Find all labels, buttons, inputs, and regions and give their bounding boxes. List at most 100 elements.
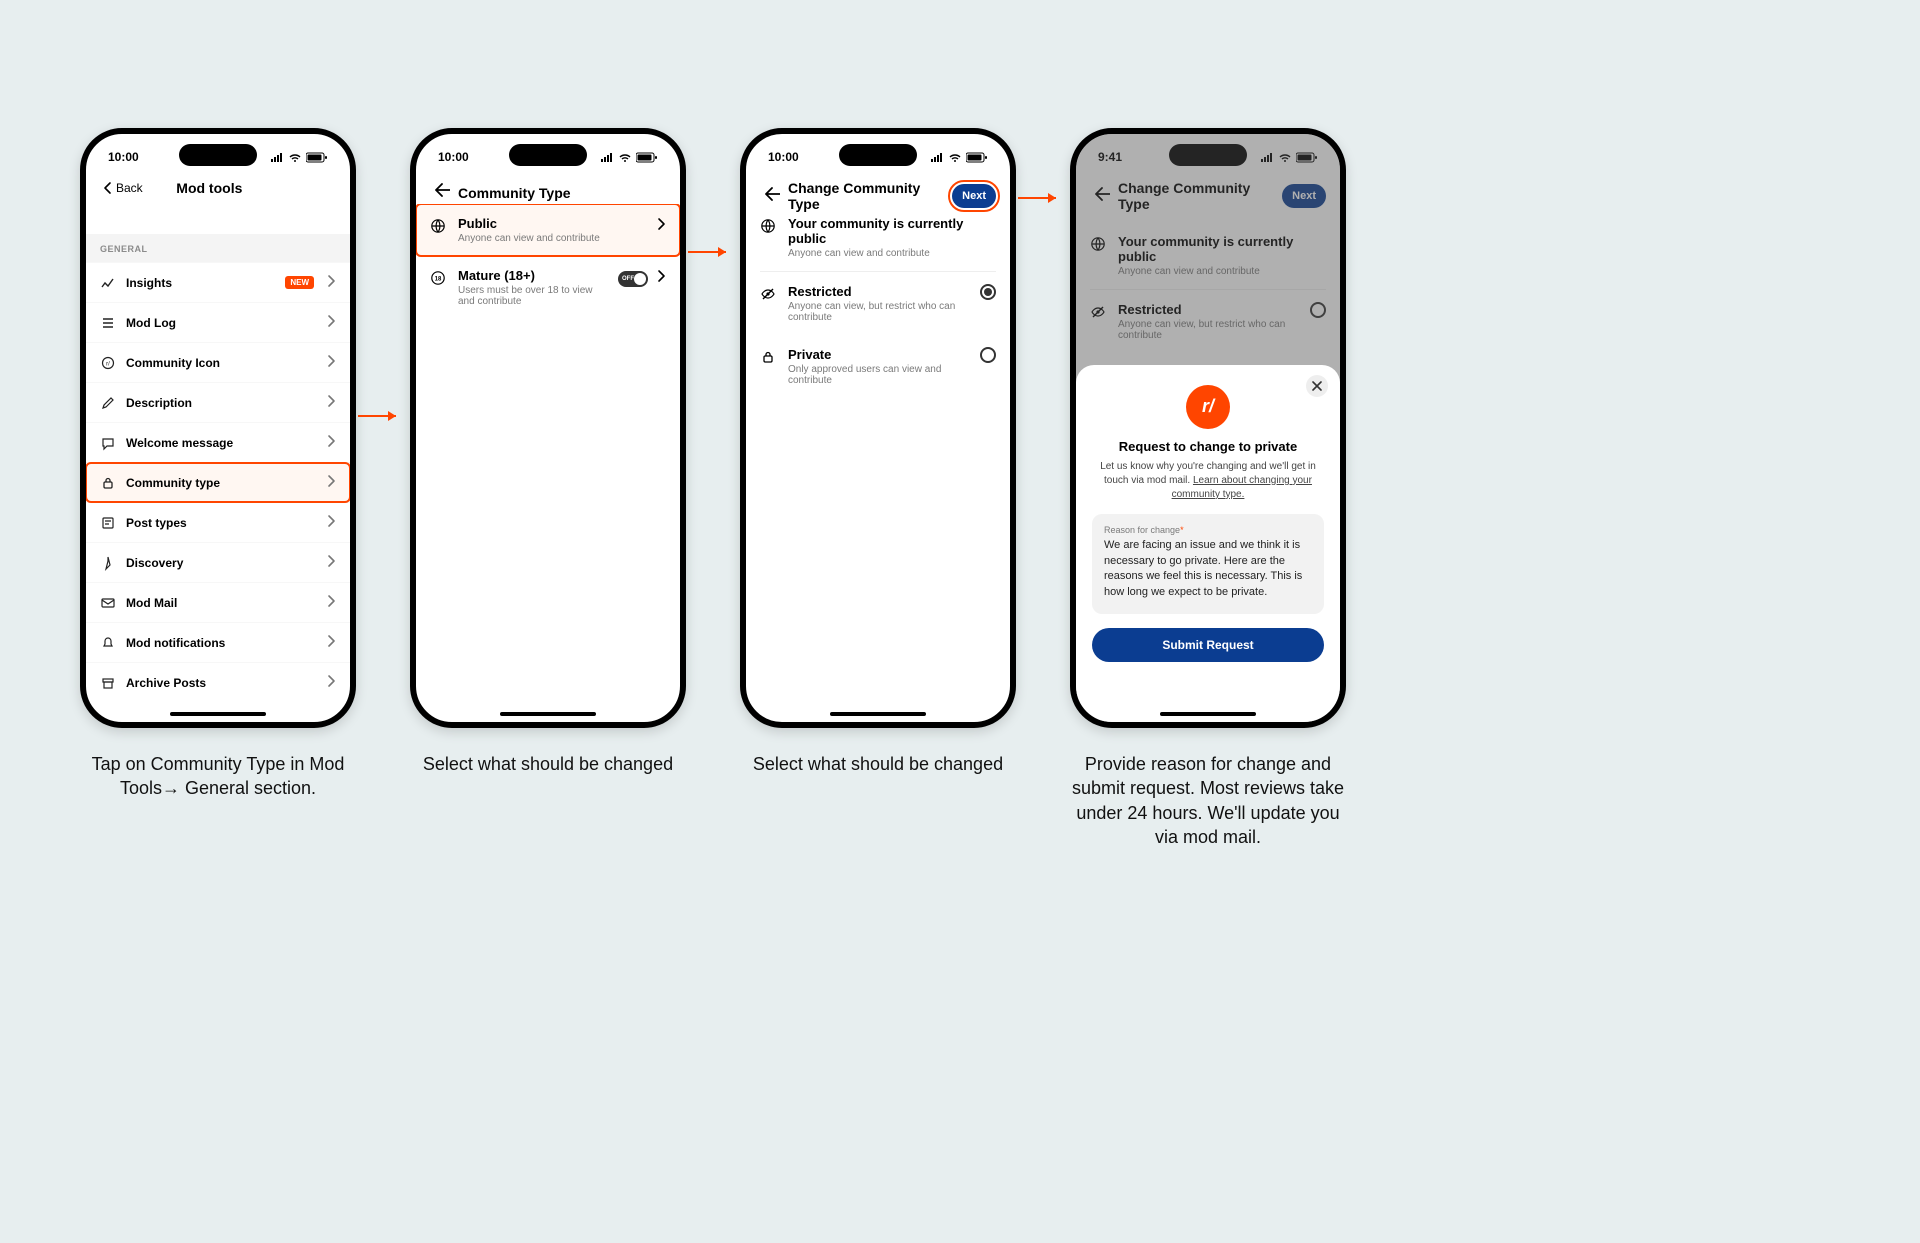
learn-more-link[interactable]: Learn about changing your community type… — [1172, 475, 1312, 500]
chevron-right-icon — [324, 593, 336, 612]
compass-icon — [100, 555, 116, 571]
signal-icon — [270, 151, 284, 163]
row-community-icon[interactable]: r/ Community Icon — [86, 342, 350, 382]
row-description[interactable]: Description — [86, 382, 350, 422]
arrow-left-icon — [430, 180, 450, 200]
row-mod-notifications[interactable]: Mod notifications — [86, 622, 350, 662]
row-restricted[interactable]: Restricted Anyone can view, but restrict… — [746, 272, 1010, 335]
chevron-right-icon — [324, 673, 336, 692]
page-title: Community Type — [458, 185, 666, 201]
current-subtitle: Anyone can view and contribute — [788, 248, 996, 259]
submit-request-button[interactable]: Submit Request — [1092, 628, 1324, 662]
step-3: 10:00 Change Community Type Next — [740, 128, 1016, 849]
row-mod-mail[interactable]: Mod Mail — [86, 582, 350, 622]
bell-icon — [100, 635, 116, 651]
reason-text: We are facing an issue and we think it i… — [1104, 538, 1312, 600]
status-icons — [270, 151, 328, 164]
mature-toggle[interactable]: OFF — [618, 271, 648, 287]
chevron-right-icon — [324, 273, 336, 292]
mature-subtitle: Users must be over 18 to view and contri… — [458, 285, 606, 307]
sheet-heading: Request to change to private — [1092, 439, 1324, 454]
step-1: 10:00 Back Mod tools GENERAL — [80, 128, 356, 849]
row-private[interactable]: Private Only approved users can view and… — [746, 335, 1010, 398]
phone-frame: 10:00 Back Mod tools GENERAL — [80, 128, 356, 728]
phone-frame: 9:41 Change Community Type Next Your c — [1070, 128, 1346, 728]
arrow-left-icon — [760, 184, 780, 204]
row-current: Your community is currently public Anyon… — [746, 204, 1010, 271]
back-button[interactable] — [430, 180, 450, 205]
caption-4: Provide reason for change and submit req… — [1070, 752, 1346, 849]
archive-icon — [100, 675, 116, 691]
public-subtitle: Anyone can view and contribute — [458, 233, 642, 244]
caption-2: Select what should be changed — [410, 752, 686, 776]
notch — [839, 144, 917, 166]
flow-arrow-icon — [358, 408, 404, 424]
public-title: Public — [458, 216, 642, 231]
battery-icon — [306, 151, 328, 164]
home-indicator — [830, 712, 926, 716]
reason-label: Reason for change* — [1104, 524, 1312, 537]
status-time: 10:00 — [108, 150, 139, 164]
status-time: 10:00 — [438, 150, 469, 164]
home-indicator — [170, 712, 266, 716]
scroll-area[interactable]: GENERAL Insights NEW Mod Log r/ Communit… — [86, 234, 350, 696]
chevron-right-icon — [324, 393, 336, 412]
chevron-right-icon — [324, 633, 336, 652]
row-mod-log[interactable]: Mod Log — [86, 302, 350, 342]
reddit-logo-icon: r/ — [1186, 385, 1230, 429]
post-icon — [100, 515, 116, 531]
chevron-right-icon — [654, 268, 666, 289]
notch — [179, 144, 257, 166]
scroll-area[interactable]: Your community is currently public Anyon… — [746, 204, 1010, 696]
chevron-right-icon — [324, 553, 336, 572]
chat-icon — [100, 435, 116, 451]
community-icon: r/ — [100, 355, 116, 371]
row-public[interactable]: Public Anyone can view and contribute — [416, 204, 680, 256]
mail-icon — [100, 595, 116, 611]
radio-private[interactable] — [980, 347, 996, 363]
chevron-right-icon — [654, 216, 666, 237]
row-archive-posts[interactable]: Archive Posts — [86, 662, 350, 696]
wifi-icon — [948, 151, 962, 163]
eighteen-icon — [430, 270, 446, 291]
bottom-sheet: r/ Request to change to private Let us k… — [1076, 365, 1340, 722]
wifi-icon — [288, 151, 302, 163]
row-community-type[interactable]: Community type — [86, 462, 350, 502]
globe-icon — [760, 218, 776, 239]
pencil-icon — [100, 395, 116, 411]
section-header-general: GENERAL — [86, 234, 350, 262]
caption-3: Select what should be changed — [740, 752, 1016, 776]
signal-icon — [930, 151, 944, 163]
row-mature[interactable]: Mature (18+) Users must be over 18 to vi… — [416, 256, 680, 319]
home-indicator — [500, 712, 596, 716]
close-button[interactable] — [1306, 375, 1328, 397]
notch — [509, 144, 587, 166]
battery-icon — [636, 151, 658, 164]
row-discovery[interactable]: Discovery — [86, 542, 350, 582]
row-welcome-message[interactable]: Welcome message — [86, 422, 350, 462]
eye-slash-icon — [760, 286, 776, 307]
chevron-right-icon — [324, 473, 336, 492]
sheet-description: Let us know why you're changing and we'l… — [1092, 460, 1324, 502]
navbar: Back Mod tools — [86, 174, 350, 206]
chevron-left-icon — [100, 180, 114, 196]
row-post-types[interactable]: Post types — [86, 502, 350, 542]
radio-restricted[interactable] — [980, 284, 996, 300]
signal-icon — [600, 151, 614, 163]
restricted-subtitle: Anyone can view, but restrict who can co… — [788, 301, 968, 323]
scroll-area[interactable]: Public Anyone can view and contribute Ma… — [416, 204, 680, 696]
private-title: Private — [788, 347, 968, 362]
lock-icon — [100, 475, 116, 491]
battery-icon — [966, 151, 988, 164]
caption-1: Tap on Community Type in Mod Tools→ Gene… — [80, 752, 356, 801]
phone-frame: 10:00 Community Type Public An — [410, 128, 686, 728]
current-title: Your community is currently public — [788, 216, 996, 246]
phone-frame: 10:00 Change Community Type Next — [740, 128, 1016, 728]
flow-arrow-icon — [1018, 190, 1064, 206]
lock-icon — [760, 349, 776, 370]
close-icon — [1312, 381, 1322, 391]
row-insights[interactable]: Insights NEW — [86, 262, 350, 302]
flow-arrow-icon — [688, 244, 734, 260]
reason-input[interactable]: Reason for change* We are facing an issu… — [1092, 514, 1324, 614]
page-title: Mod tools — [121, 180, 298, 196]
